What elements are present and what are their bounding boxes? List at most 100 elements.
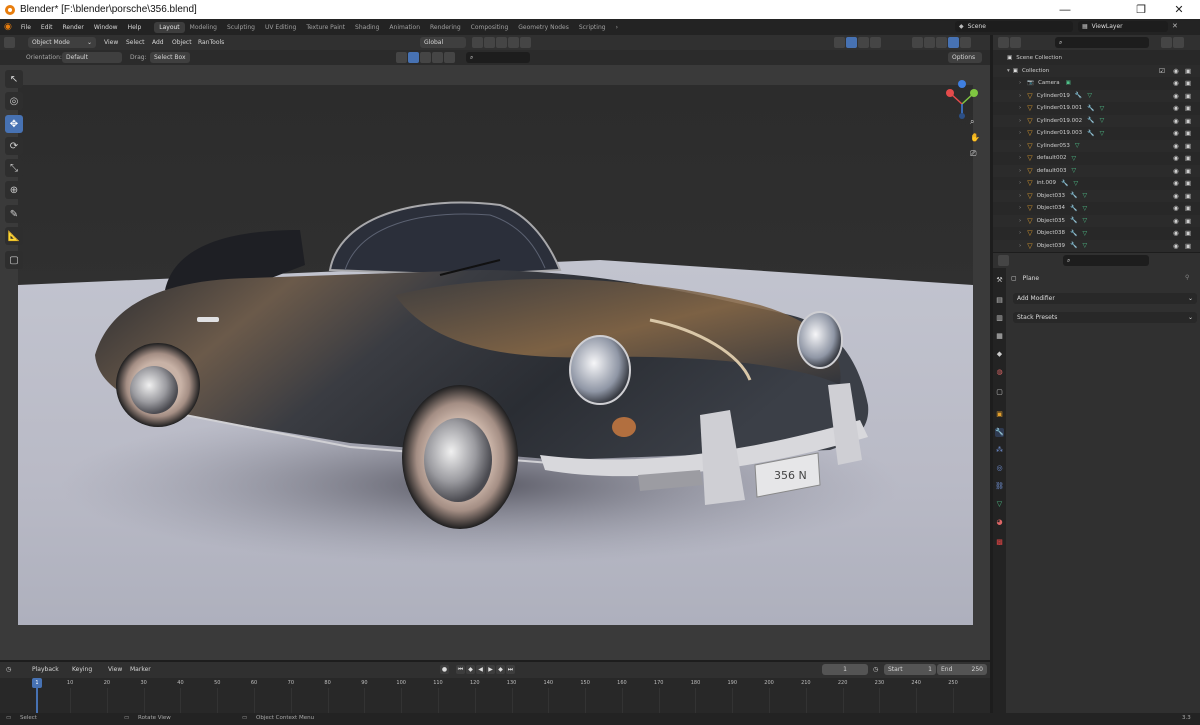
navigation-gizmo[interactable] <box>940 80 980 122</box>
eye-icon[interactable]: ◉ <box>1173 92 1179 100</box>
viewport-menu-view[interactable]: View <box>104 37 118 48</box>
scale-tool-icon[interactable]: ⤡ <box>5 159 23 177</box>
modifier-wrench-icon[interactable]: 🔧 <box>1087 105 1094 112</box>
pan-hand-icon[interactable]: ✋ <box>970 133 980 142</box>
shading-mode-buttons[interactable] <box>912 37 972 48</box>
modifier-wrench-icon[interactable]: 🔧 <box>1070 205 1077 212</box>
scene-selector[interactable]: ◆ Scene <box>955 21 1073 32</box>
workspace-more-icon[interactable]: › <box>611 22 623 33</box>
tool-tab-icon[interactable]: ⚒ <box>995 276 1004 285</box>
playback-controls[interactable]: ● ⏮ ◆ ◀ ▶ ◆ ⏭ <box>440 664 516 675</box>
data-tab-icon[interactable]: ▽ <box>995 500 1004 509</box>
eye-icon[interactable]: ◉ <box>1173 192 1179 200</box>
viewport-menu-object[interactable]: Object <box>172 37 192 48</box>
workspace-tab-rendering[interactable]: Rendering <box>425 22 466 33</box>
render-camera-icon[interactable]: ▣ <box>1185 204 1191 212</box>
eye-icon[interactable]: ◉ <box>1173 104 1179 112</box>
menu-window[interactable]: Window <box>89 24 123 31</box>
chevron-right-icon[interactable]: › <box>1019 105 1021 111</box>
close-button[interactable]: ✕ <box>1160 0 1198 19</box>
collection-tab-icon[interactable]: ▢ <box>995 388 1004 397</box>
eye-icon[interactable]: ◉ <box>1173 154 1179 162</box>
mesh-data-icon[interactable]: ▽ <box>1100 117 1105 124</box>
particles-tab-icon[interactable]: ⁂ <box>995 446 1004 455</box>
mesh-data-icon[interactable]: ▽ <box>1074 180 1079 187</box>
checkbox-icon[interactable]: ☑ <box>1159 67 1165 75</box>
render-camera-icon[interactable]: ▣ <box>1185 79 1191 87</box>
constraints-tab-icon[interactable]: ⛓ <box>995 482 1004 491</box>
camera-view-icon[interactable]: ⎚ <box>970 149 976 159</box>
jump-start-icon[interactable]: ⏮ <box>456 665 465 674</box>
editor-type-icon[interactable] <box>998 37 1022 50</box>
end-frame-field[interactable]: End 250 <box>937 664 987 675</box>
playhead-frame-indicator[interactable]: 1 <box>32 678 42 688</box>
clock-icon[interactable]: ◷ <box>873 664 878 675</box>
chevron-right-icon[interactable]: › <box>1019 80 1021 86</box>
outliner-item[interactable]: › ▽ default003 ▽ ◉ ▣ <box>993 164 1200 177</box>
menu-render[interactable]: Render <box>58 24 89 31</box>
mode-selector[interactable]: Object Mode ⌄ <box>28 37 96 48</box>
outliner-item[interactable]: › ▽ Object038 🔧 ▽ ◉ ▣ <box>993 227 1200 240</box>
outliner-item[interactable]: › ▽ Cylinder053 ▽ ◉ ▣ <box>993 139 1200 152</box>
mesh-data-icon[interactable]: ▽ <box>1075 142 1080 149</box>
modifier-wrench-icon[interactable]: 🔧 <box>1087 130 1094 137</box>
add-cube-tool-icon[interactable]: ▢ <box>5 251 23 269</box>
current-frame-field[interactable]: 1 <box>822 664 868 675</box>
outliner-item[interactable]: › 📷 Camera ▣ ◉ ▣ <box>993 77 1200 90</box>
menu-file[interactable]: File <box>16 24 36 31</box>
record-icon[interactable]: ● <box>440 665 449 674</box>
timeline-menu-marker[interactable]: Marker <box>130 664 151 675</box>
blender-menu-icon[interactable]: ◉ <box>0 22 16 32</box>
workspace-tab-scripting[interactable]: Scripting <box>574 22 611 33</box>
chevron-right-icon[interactable]: › <box>1019 205 1021 211</box>
workspace-tab-layout[interactable]: Layout <box>154 21 185 33</box>
viewport-search-input[interactable]: ⌕ <box>466 52 530 63</box>
stack-presets-button[interactable]: Stack Presets ⌄ <box>1013 312 1197 323</box>
chevron-right-icon[interactable]: › <box>1019 143 1021 149</box>
eye-icon[interactable]: ◉ <box>1173 142 1179 150</box>
eye-icon[interactable]: ◉ <box>1173 179 1179 187</box>
restore-button[interactable]: ❐ <box>1122 0 1160 19</box>
editor-type-icon[interactable] <box>998 255 1010 268</box>
physics-tab-icon[interactable]: ◎ <box>995 464 1004 473</box>
render-camera-icon[interactable]: ▣ <box>1185 167 1191 175</box>
next-keyframe-icon[interactable]: ◆ <box>496 665 505 674</box>
eye-icon[interactable]: ◉ <box>1173 229 1179 237</box>
move-tool-icon[interactable]: ✥ <box>5 115 23 133</box>
play-icon[interactable]: ▶ <box>486 665 495 674</box>
jump-end-icon[interactable]: ⏭ <box>506 665 515 674</box>
eye-icon[interactable]: ◉ <box>1173 79 1179 87</box>
cursor-tool-icon[interactable]: ◎ <box>5 92 23 110</box>
properties-search-input[interactable]: ⌕ <box>1063 255 1149 266</box>
mesh-data-icon[interactable]: ▽ <box>1083 192 1088 199</box>
render-camera-icon[interactable]: ▣ <box>1185 92 1191 100</box>
outliner-collection[interactable]: ▾ ▣ Collection ☑ ◉ ▣ <box>993 64 1200 77</box>
render-camera-icon[interactable]: ▣ <box>1185 117 1191 125</box>
timeline-body[interactable]: 1102030405060708090100110120130140150160… <box>0 678 990 713</box>
object-tab-icon[interactable]: ▣ <box>995 410 1004 419</box>
outliner-item[interactable]: › ▽ Cylinder019.001 🔧 ▽ ◉ ▣ <box>993 102 1200 115</box>
filter-icon[interactable] <box>1161 37 1185 50</box>
eye-icon[interactable]: ◉ <box>1173 67 1179 75</box>
modifier-tab-icon[interactable]: 🔧 <box>995 428 1004 437</box>
modifier-wrench-icon[interactable]: 🔧 <box>1070 242 1077 249</box>
measure-tool-icon[interactable]: 📐 <box>5 227 23 245</box>
modifier-wrench-icon[interactable]: 🔧 <box>1070 217 1077 224</box>
transform-tool-icon[interactable]: ⊕ <box>5 181 23 199</box>
outliner-item[interactable]: › ▽ Cylinder019.003 🔧 ▽ ◉ ▣ <box>993 127 1200 140</box>
mesh-data-icon[interactable]: ▽ <box>1083 242 1088 249</box>
render-tab-icon[interactable]: ▤ <box>995 296 1004 305</box>
modifier-wrench-icon[interactable]: 🔧 <box>1070 230 1077 237</box>
chevron-right-icon[interactable]: › <box>1019 118 1021 124</box>
chevron-right-icon[interactable]: › <box>1019 130 1021 136</box>
drag-selector[interactable]: Select Box <box>150 52 190 63</box>
outliner-item[interactable]: › ▽ int.009 🔧 ▽ ◉ ▣ <box>993 177 1200 190</box>
view-layer-tab-icon[interactable]: ▦ <box>995 332 1004 341</box>
eye-icon[interactable]: ◉ <box>1173 242 1179 250</box>
modifier-wrench-icon[interactable]: 🔧 <box>1070 192 1077 199</box>
mesh-data-icon[interactable]: ▽ <box>1100 130 1105 137</box>
mesh-data-icon[interactable]: ▽ <box>1083 230 1088 237</box>
add-modifier-button[interactable]: Add Modifier ⌄ <box>1013 293 1197 304</box>
outliner-item[interactable]: › ▽ Object035 🔧 ▽ ◉ ▣ <box>993 214 1200 227</box>
render-camera-icon[interactable]: ▣ <box>1185 154 1191 162</box>
